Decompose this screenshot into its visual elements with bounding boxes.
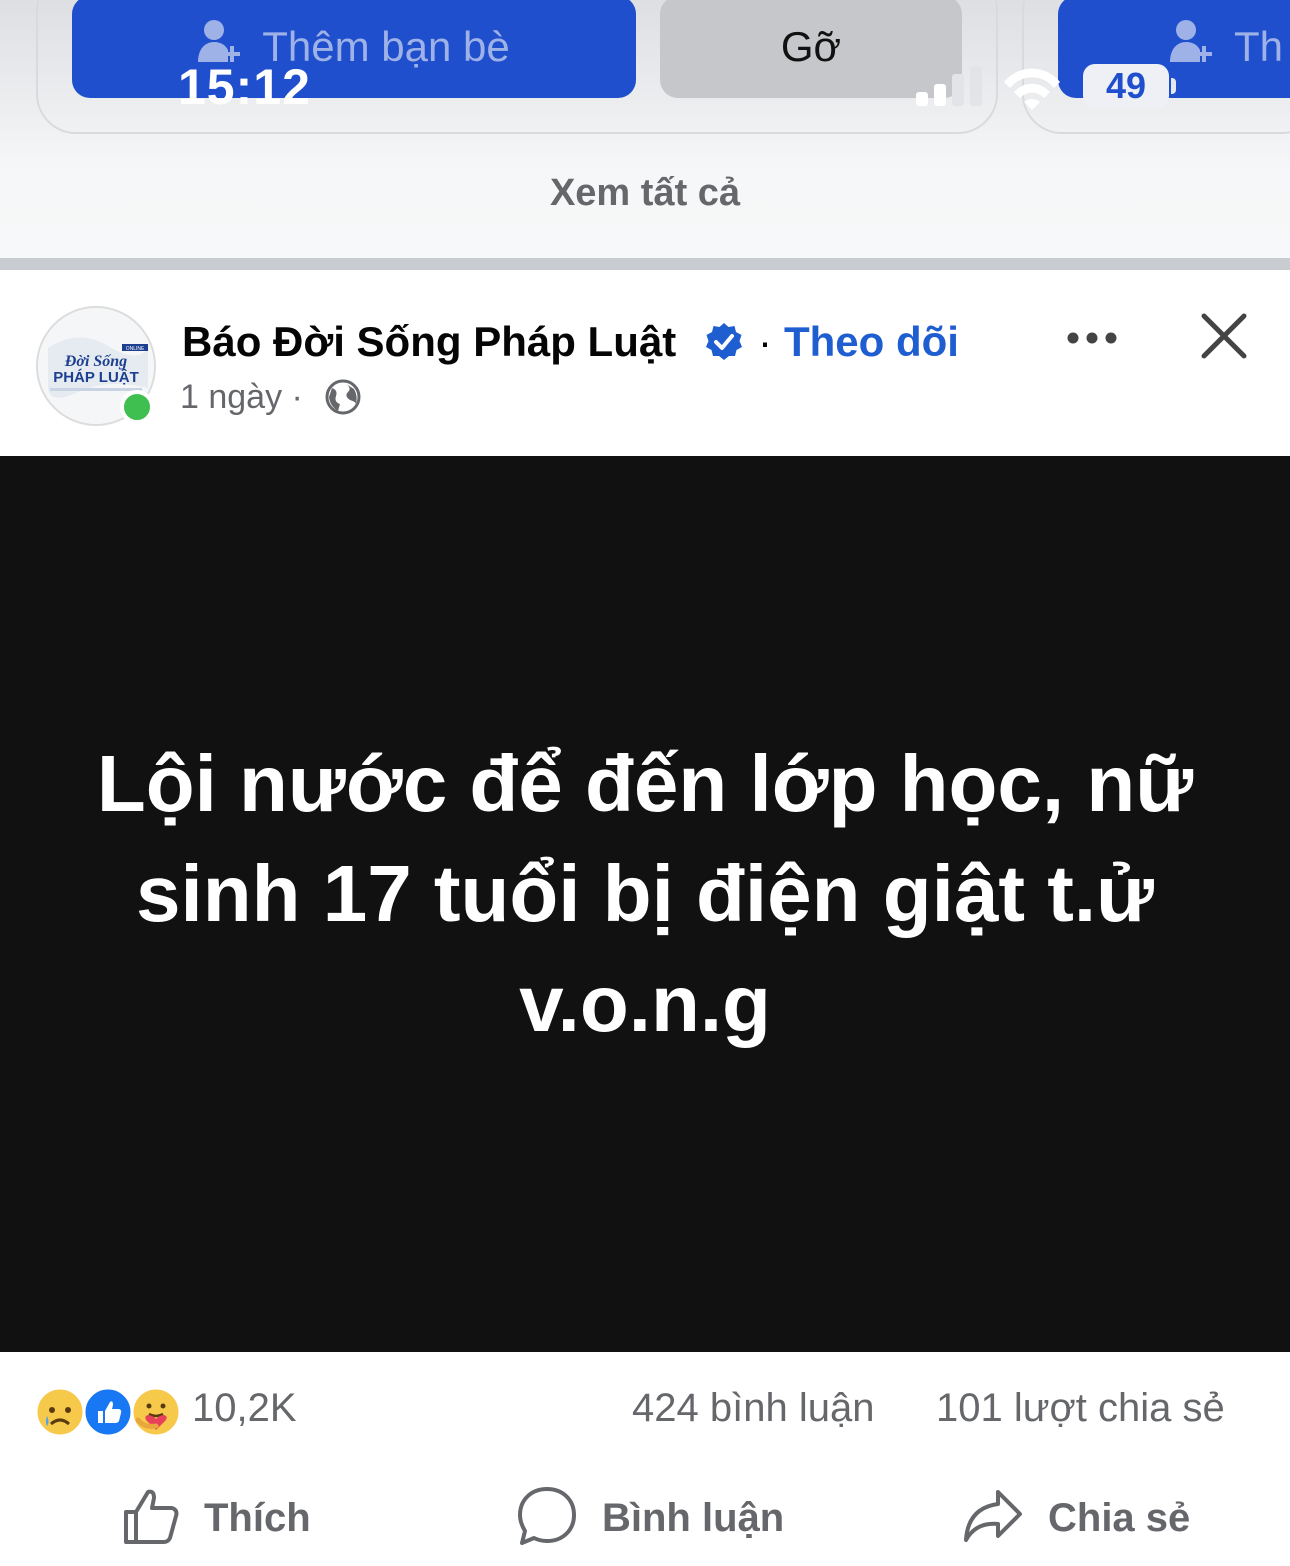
- page-name[interactable]: Báo Đời Sống Pháp Luật: [182, 318, 676, 366]
- battery-tip: [1171, 78, 1176, 94]
- care-reaction-icon: [130, 1386, 182, 1438]
- add-friend-button[interactable]: Thêm bạn bè: [72, 0, 636, 98]
- separator-dot: ·: [758, 318, 772, 365]
- remove-label: Gỡ: [780, 23, 842, 70]
- friend-suggestions-strip: Thêm bạn bè Gỡ Th Xem tất cả: [0, 0, 1290, 258]
- comment-icon: [516, 1485, 578, 1552]
- like-reaction-icon: [82, 1386, 134, 1438]
- share-button[interactable]: Chia sẻ: [962, 1478, 1190, 1558]
- globe-icon: [324, 378, 362, 421]
- add-friend-partial-label: Th: [1234, 23, 1284, 70]
- svg-text:ONLINE: ONLINE: [126, 346, 145, 352]
- sad-reaction-icon: [34, 1386, 86, 1438]
- like-icon: [120, 1486, 180, 1551]
- svg-text:PHÁP LUẬT: PHÁP LUẬT: [53, 368, 139, 386]
- share-icon: [962, 1486, 1024, 1551]
- reaction-count[interactable]: 10,2K: [192, 1386, 297, 1431]
- reactions-bar: 10,2K 424 bình luận 101 lượt chia sẻ: [0, 1352, 1290, 1462]
- svg-text:Đời Sống: Đời Sống: [64, 353, 127, 370]
- post-image[interactable]: Lội nước để đến lớp học, nữ sinh 17 tuổi…: [0, 456, 1290, 1352]
- like-button[interactable]: Thích: [120, 1478, 311, 1558]
- status-icons: [912, 62, 1082, 112]
- close-icon[interactable]: [1200, 312, 1248, 365]
- post-time[interactable]: 1 ngày ·: [180, 378, 303, 417]
- comment-label: Bình luận: [602, 1495, 785, 1540]
- wifi-icon: [1004, 68, 1060, 110]
- online-status-dot: [120, 390, 154, 424]
- share-label: Chia sẻ: [1048, 1495, 1191, 1540]
- follow-button[interactable]: Theo dõi: [784, 318, 959, 366]
- battery-icon: 49: [1083, 64, 1169, 108]
- share-count[interactable]: 101 lượt chia sẻ: [936, 1386, 1225, 1431]
- see-all-link[interactable]: Xem tất cả: [0, 172, 1290, 215]
- comment-button[interactable]: Bình luận: [516, 1478, 784, 1558]
- reaction-icons[interactable]: [34, 1386, 184, 1438]
- status-time: 15:12: [178, 59, 311, 115]
- battery-level: 49: [1105, 65, 1147, 106]
- verified-badge-icon: [704, 322, 744, 367]
- more-icon[interactable]: [1066, 330, 1118, 351]
- section-divider: [0, 258, 1290, 270]
- comment-count[interactable]: 424 bình luận: [632, 1386, 874, 1431]
- add-friend-icon: [1170, 18, 1214, 76]
- signal-icon: [916, 66, 1060, 110]
- post-headline: Lội nước để đến lớp học, nữ sinh 17 tuổi…: [96, 739, 1194, 1048]
- post-header: ONLINE Đời Sống PHÁP LUẬT Báo Đời Sống P…: [0, 270, 1290, 456]
- like-label: Thích: [204, 1495, 311, 1540]
